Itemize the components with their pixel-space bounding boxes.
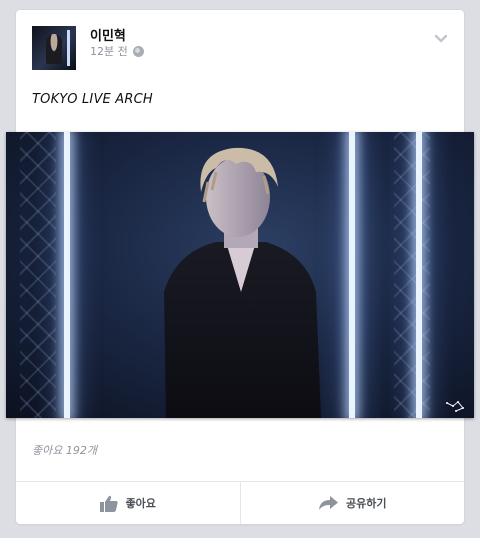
avatar-figure: [46, 34, 62, 64]
stage-truss: [20, 132, 56, 418]
performer-figure: [164, 147, 321, 418]
share-label: 공유하기: [346, 497, 387, 510]
post-photo[interactable]: [6, 132, 474, 418]
watermark-logo: [446, 401, 464, 412]
chevron-down-icon[interactable]: [434, 32, 448, 46]
share-button[interactable]: 공유하기: [239, 482, 465, 524]
avatar-light: [67, 30, 70, 66]
like-button[interactable]: 좋아요: [16, 482, 240, 524]
share-arrow-icon: [319, 496, 338, 510]
light-beam: [64, 132, 70, 418]
avatar[interactable]: [32, 26, 76, 70]
like-label: 좋아요: [125, 497, 156, 510]
light-beam: [349, 132, 355, 418]
post-time[interactable]: 12분 전: [90, 43, 128, 59]
post-meta: 12분 전: [90, 43, 144, 59]
post-card: 이민혁 12분 전 TOKYO LIVE ARCH 좋아요 192개 좋아요 공…: [6, 10, 474, 524]
stage-truss: [394, 132, 430, 418]
light-beam: [416, 132, 422, 418]
likes-count[interactable]: 좋아요 192개: [32, 442, 97, 458]
thumbs-up-icon: [99, 495, 118, 512]
author-name[interactable]: 이민혁: [90, 25, 126, 44]
globe-icon[interactable]: [132, 45, 144, 57]
post-text: TOKYO LIVE ARCH: [32, 92, 153, 107]
action-bar: 좋아요 공유하기: [16, 481, 464, 524]
